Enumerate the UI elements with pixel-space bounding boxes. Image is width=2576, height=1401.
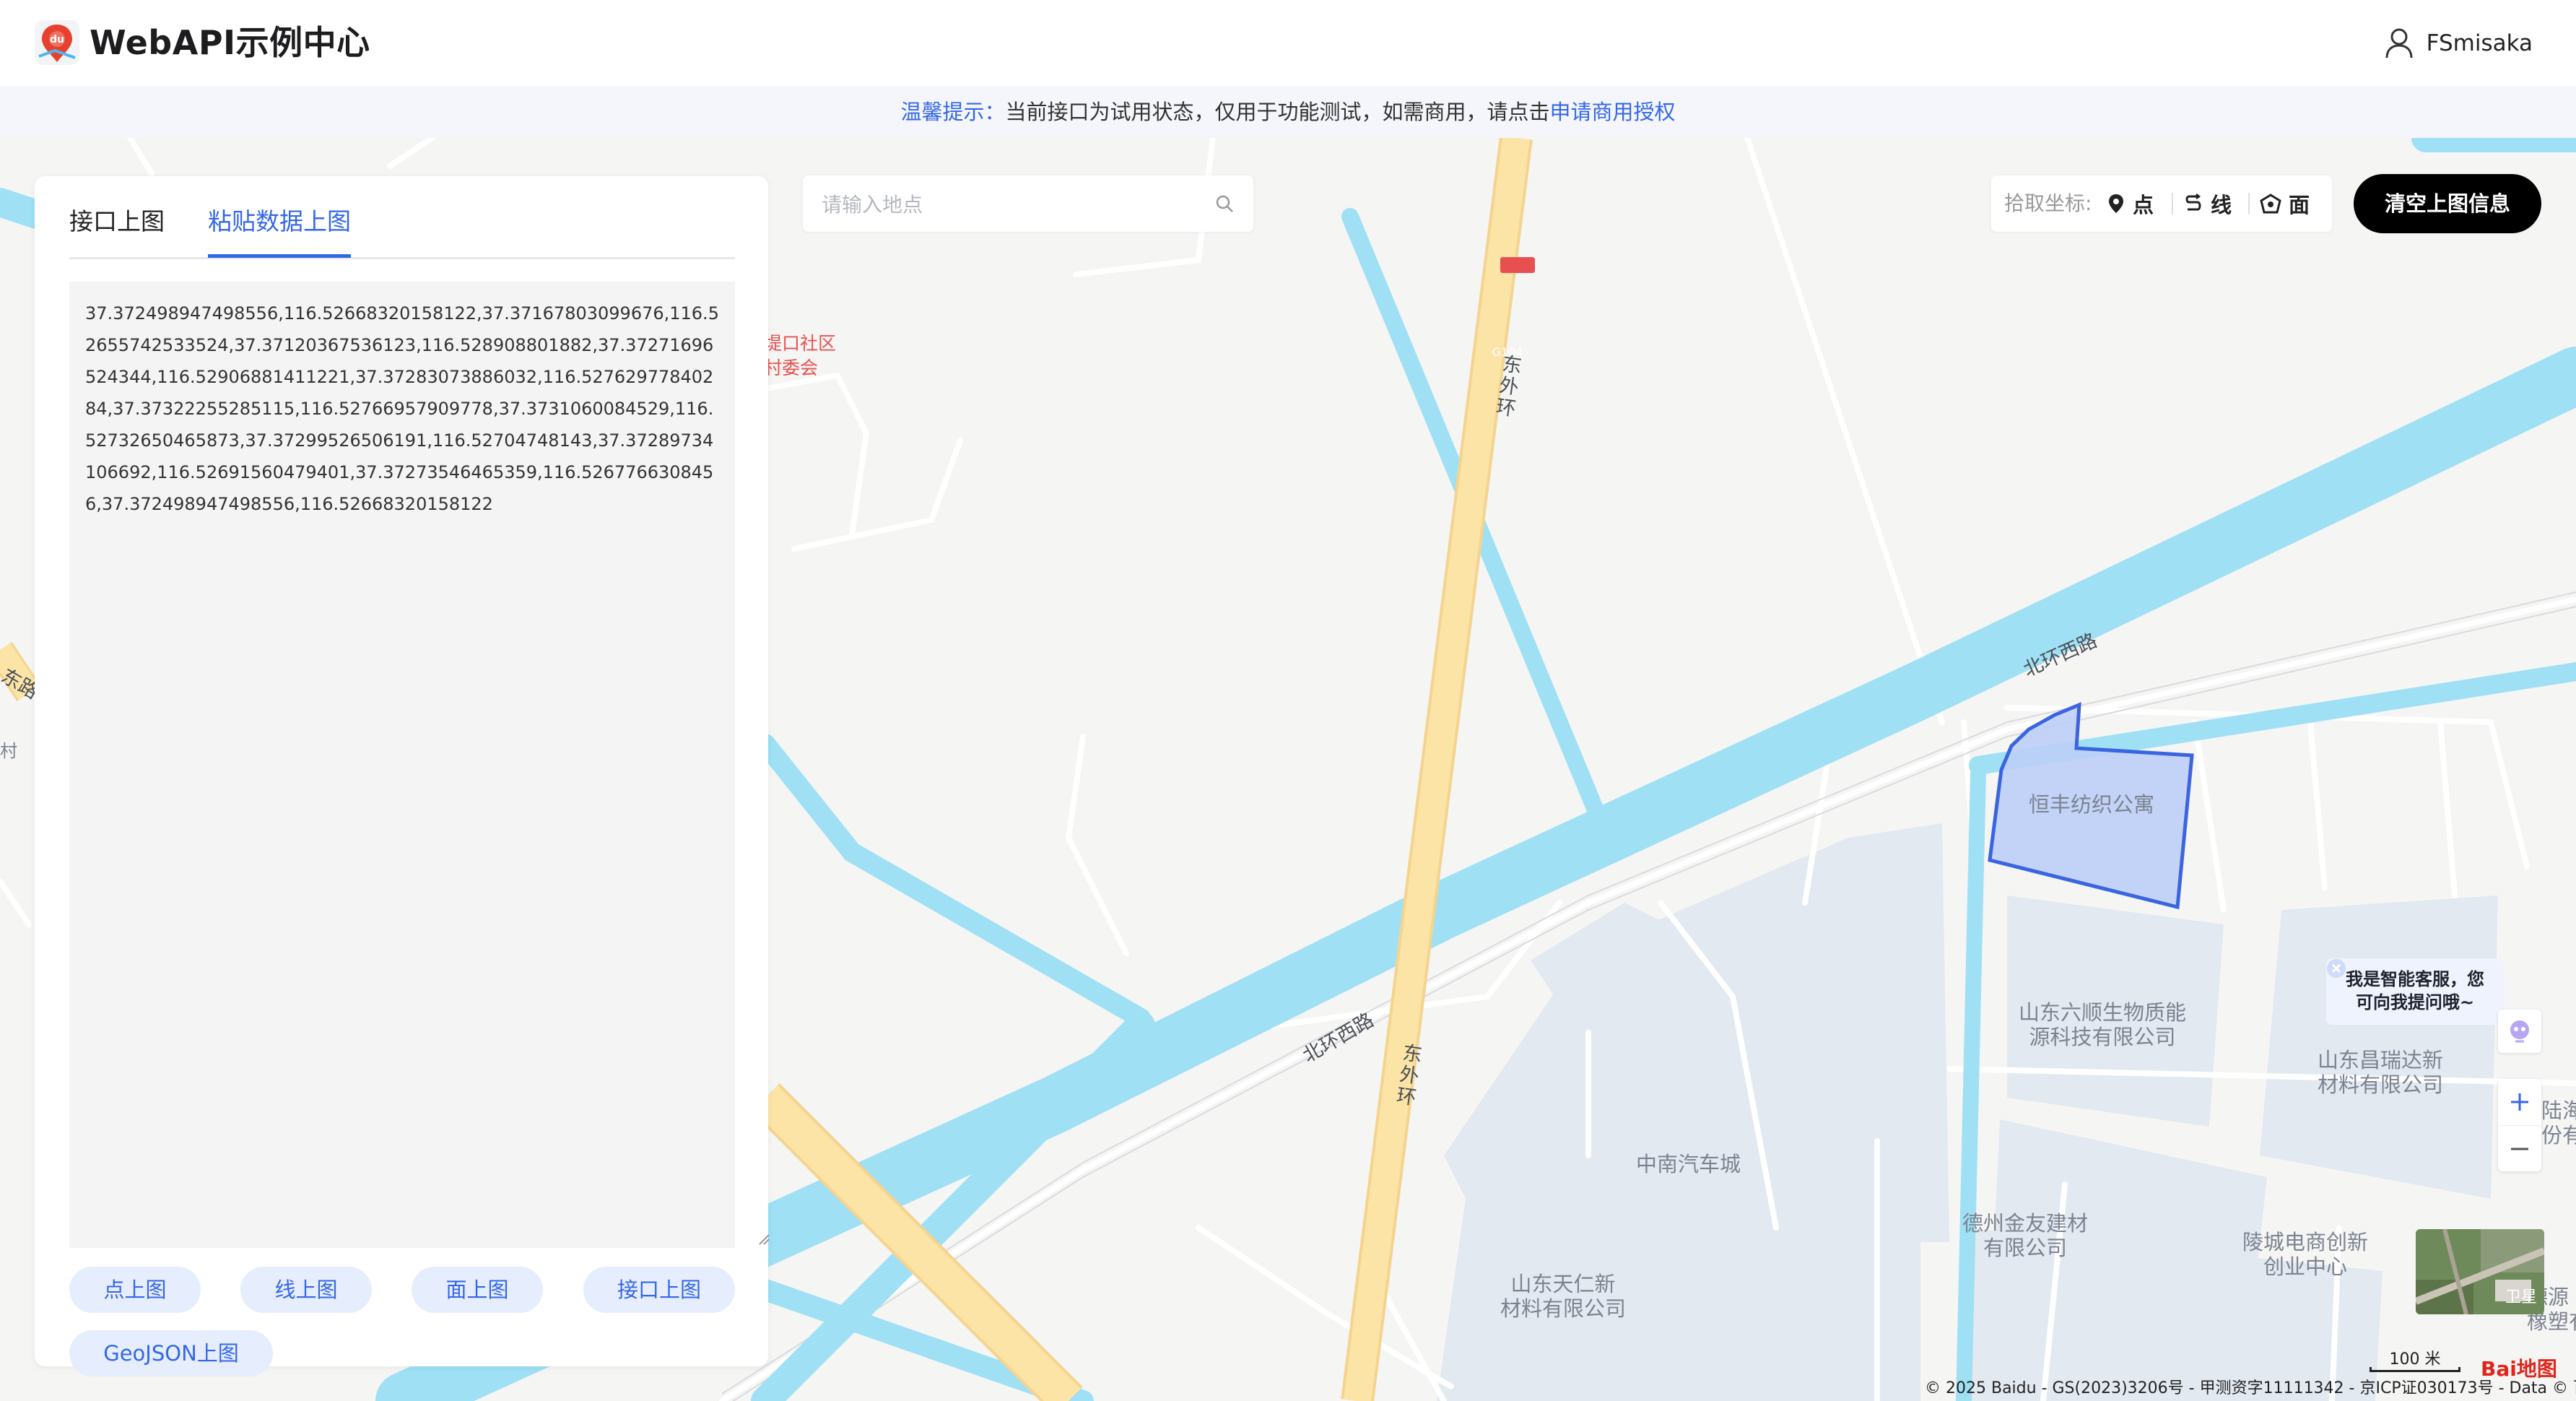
point-mapping-button[interactable]: 点上图	[69, 1267, 201, 1313]
route-icon	[2185, 194, 2201, 211]
polygon-icon	[2260, 194, 2281, 214]
line-mapping-button[interactable]: 线上图	[240, 1267, 372, 1313]
map-label-zhongnan: 中南汽车城	[1636, 1152, 1741, 1176]
chatbot-text: 我是智能客服，您 可向我提问哦~	[2346, 969, 2484, 1012]
map-label-changruida: 山东昌瑞达新 材料有限公司	[2318, 1048, 2444, 1097]
map-label-jinyou: 德州金友建材 有限公司	[1962, 1211, 2089, 1260]
zoom-in-icon[interactable]	[2498, 1079, 2541, 1125]
scale-bar	[2370, 1367, 2460, 1372]
pick-line-label: 线	[2211, 193, 2232, 217]
map-label-community: 堤口社区 村委会	[764, 333, 837, 378]
chatbot-button[interactable]	[2498, 1010, 2541, 1053]
panel-tabs: 接口上图 粘贴数据上图	[69, 191, 735, 259]
top-header: du WebAPI示例中心 FSmisaka	[0, 0, 2576, 86]
map-label-lingcheng: 陵城电商创新 创业中心	[2242, 1230, 2369, 1279]
geojson-mapping-button[interactable]: GeoJSON上图	[69, 1330, 273, 1376]
g104-shield	[1500, 257, 1535, 273]
resize-grip-icon[interactable]	[757, 1232, 770, 1245]
coordinate-picker: 拾取坐标: 点 线 面	[1991, 175, 2332, 232]
map-label-liushun: 山东六顺生物质能 源科技有限公司	[2019, 1000, 2187, 1049]
search-icon[interactable]	[1214, 194, 1235, 214]
robot-icon	[2510, 1020, 2529, 1043]
user-icon	[2385, 28, 2413, 58]
left-panel: 接口上图 粘贴数据上图 37.372498947498556,116.52668…	[35, 176, 770, 1376]
satellite-label: 卫星	[2505, 1288, 2537, 1306]
notice-label: 温馨提示：	[900, 100, 1006, 124]
zoom-control	[2498, 1079, 2541, 1171]
notice-bar: 温馨提示：当前接口为试用状态，仅用于功能测试，如需商用，请点击申请商用授权	[0, 86, 2576, 138]
picker-divider	[2248, 193, 2250, 214]
map-label-hengfeng: 恒丰纺织公寓	[2029, 792, 2155, 817]
zoom-out-icon[interactable]	[2498, 1125, 2541, 1172]
pick-point-button[interactable]: 点	[2107, 175, 2154, 232]
picker-label: 拾取坐标:	[2004, 191, 2092, 215]
api-mapping-button[interactable]: 接口上图	[583, 1267, 735, 1313]
polygon-mapping-button[interactable]: 面上图	[412, 1267, 543, 1313]
clear-map-button[interactable]: 清空上图信息	[2354, 174, 2541, 233]
scale-label: 100 米	[2389, 1350, 2441, 1369]
pick-polygon-label: 面	[2289, 193, 2310, 217]
app-title: WebAPI示例中心	[90, 23, 370, 62]
chatbot-bubble[interactable]: 我是智能客服，您 可向我提问哦~	[2326, 958, 2504, 1025]
map-label-village-left: 村	[0, 741, 17, 761]
map-copyright: © 2025 Baidu - GS(2023)3206号 - 甲测资字11111…	[1925, 1379, 2576, 1397]
search-input[interactable]	[820, 175, 1213, 233]
tab-api-mapping[interactable]: 接口上图	[69, 205, 165, 254]
svg-text:du: du	[50, 34, 64, 45]
map-label-tianren: 山东天仁新 材料有限公司	[1500, 1272, 1627, 1321]
close-icon[interactable]	[2326, 958, 2346, 979]
pick-polygon-button[interactable]: 面	[2260, 175, 2310, 232]
map-label-lu-edge: 陆海 份有	[2541, 1098, 2576, 1148]
tab-paste-data-mapping[interactable]: 粘贴数据上图	[208, 205, 351, 258]
coordinates-textarea[interactable]: 37.372498947498556,116.52668320158122,37…	[69, 282, 735, 1248]
notice-text: 当前接口为试用状态，仅用于功能测试，如需商用，请点击	[1005, 100, 1550, 124]
satellite-toggle[interactable]: 卫星	[2416, 1229, 2544, 1314]
user-menu[interactable]: FSmisaka	[2385, 26, 2533, 61]
apply-commercial-license-link[interactable]: 申请商用授权	[1550, 100, 1676, 124]
location-pin-icon	[2109, 194, 2123, 213]
picker-divider	[2172, 193, 2173, 214]
user-name: FSmisaka	[2426, 30, 2533, 56]
location-search	[803, 175, 1253, 233]
pick-point-label: 点	[2133, 193, 2154, 217]
pick-line-button[interactable]: 线	[2183, 175, 2232, 232]
baidu-map-logo-icon[interactable]: du	[33, 19, 81, 68]
